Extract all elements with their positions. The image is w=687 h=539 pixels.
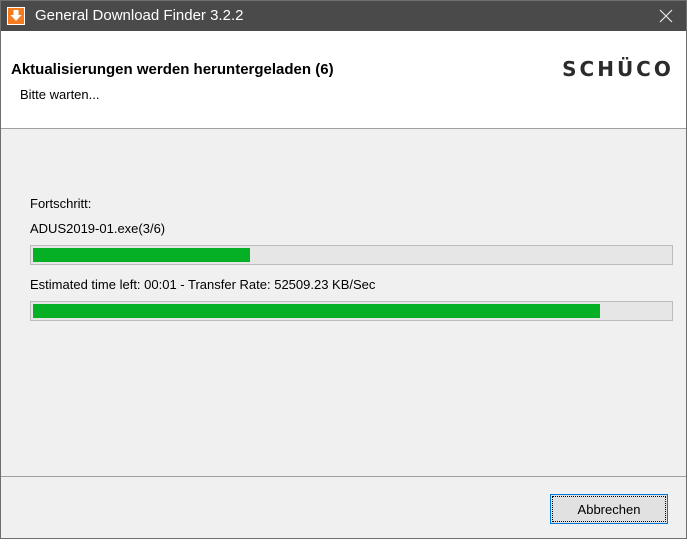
download-arrow-icon — [7, 7, 25, 25]
current-file-label: ADUS2019-01.exe(3/6) — [30, 221, 166, 236]
window-title: General Download Finder 3.2.2 — [35, 7, 244, 24]
close-icon — [659, 9, 673, 23]
overall-progress-bar — [30, 245, 673, 265]
title-bar[interactable]: General Download Finder 3.2.2 — [1, 1, 686, 31]
brand-logo: SCHÜCO — [562, 57, 674, 81]
close-button[interactable] — [646, 1, 686, 31]
header-title: Aktualisierungen werden heruntergeladen … — [11, 61, 334, 78]
brand-logo-text: SCHÜCO — [562, 57, 674, 81]
progress-label: Fortschritt: — [30, 196, 92, 211]
header-subtitle: Bitte warten... — [20, 87, 100, 102]
download-dialog: General Download Finder 3.2.2 Aktualisie… — [0, 0, 687, 539]
file-progress-bar — [30, 301, 673, 321]
cancel-button[interactable]: Abbrechen — [550, 494, 668, 524]
overall-progress-fill — [33, 248, 250, 262]
transfer-status: Estimated time left: 00:01 - Transfer Ra… — [30, 277, 376, 292]
dialog-header: Aktualisierungen werden heruntergeladen … — [1, 31, 686, 129]
footer-divider — [1, 476, 686, 477]
file-progress-fill — [33, 304, 600, 318]
